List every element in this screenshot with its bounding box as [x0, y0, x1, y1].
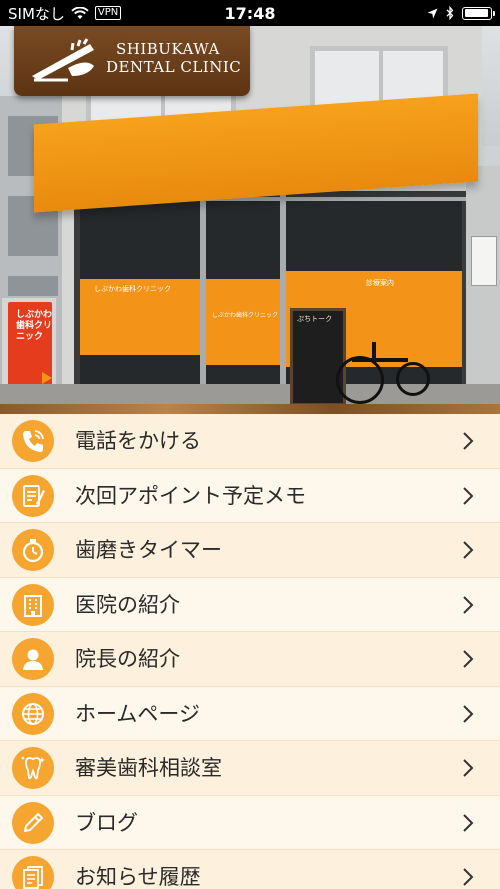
window-panel-center-title: しぶかわ歯科クリニック	[212, 312, 279, 319]
main-menu: 電話をかける 次回アポイント予定メモ 歯磨きタイマー 医院の紹介 院長の紹介 ホ…	[0, 414, 500, 889]
menu-label-blog: ブログ	[75, 810, 138, 835]
photo-bicycle-frame	[352, 358, 408, 362]
photo-pillar	[466, 166, 500, 414]
status-left: SIMなし VPN	[8, 3, 122, 24]
chevron-right-icon	[463, 704, 474, 723]
vpn-badge: VPN	[94, 6, 122, 20]
bluetooth-icon	[446, 6, 454, 20]
chalkboard-text: ぷちトーク	[297, 315, 333, 323]
chevron-right-icon	[463, 759, 474, 777]
chevron-right-icon	[463, 432, 474, 450]
menu-label-clinic-intro: 医院の紹介	[75, 592, 180, 617]
chevron-right-icon	[463, 868, 474, 886]
menu-label-news-history: お知らせ履歴	[75, 865, 201, 889]
menu-label-director-intro: 院長の紹介	[75, 647, 180, 671]
side-sign-text: しぶかわ歯科クリニック	[16, 310, 53, 342]
photo-bicycle-wheel	[336, 356, 384, 404]
window-panel-left: しぶかわ歯科クリニック	[80, 279, 200, 355]
logo-text: SHIBUKAWA DENTAL CLINIC	[106, 40, 241, 76]
chevron-right-icon	[463, 486, 474, 505]
chevron-right-icon	[463, 595, 474, 614]
photo-chalkboard: ぷちトーク	[290, 308, 346, 406]
menu-item-clinic-intro[interactable]: 医院の紹介	[0, 577, 500, 632]
carrier-label: SIMなし	[8, 4, 65, 23]
phone-icon	[23, 430, 44, 452]
pencil-icon	[23, 812, 44, 832]
window-panel-center: しぶかわ歯科クリニック	[206, 279, 280, 365]
chevron-right-icon	[463, 813, 474, 832]
chevron-right-icon	[463, 541, 474, 559]
menu-item-brushing-timer[interactable]: 歯磨きタイマー	[0, 523, 500, 578]
status-right	[427, 6, 495, 20]
side-sign-arrow	[42, 372, 52, 384]
photo-bicycle-handlebar	[372, 342, 376, 362]
status-bar: SIMなし VPN 17:48	[0, 0, 500, 26]
wifi-icon	[71, 6, 89, 19]
photo-bicycle-wheel	[396, 362, 430, 396]
toothbrush-logo-icon	[32, 38, 94, 82]
clinic-photo: しぶかわ歯科クリニック しぶかわ歯科クリニック 診療案内 しぶかわ歯科クリニック…	[0, 26, 500, 414]
menu-item-director-intro[interactable]: 院長の紹介	[0, 632, 500, 687]
battery-level	[464, 9, 489, 17]
stopwatch-icon	[22, 539, 44, 563]
menu-label-call: 電話をかける	[75, 429, 201, 453]
person-icon	[23, 649, 43, 670]
clinic-logo: SHIBUKAWA DENTAL CLINIC	[14, 26, 250, 96]
window-panel-right-title: 診療案内	[366, 279, 394, 287]
menu-item-news-history[interactable]: お知らせ履歴	[0, 850, 500, 889]
menu-item-call[interactable]: 電話をかける	[0, 414, 500, 469]
tooth-icon	[21, 756, 45, 780]
menu-item-blog[interactable]: ブログ	[0, 795, 500, 850]
window-panel-left-title: しぶかわ歯科クリニック	[94, 285, 171, 293]
building-icon	[24, 594, 42, 617]
globe-icon	[22, 702, 44, 725]
menu-item-aesthetic-consult[interactable]: 審美歯科相談室	[0, 741, 500, 796]
menu-item-homepage[interactable]: ホームページ	[0, 686, 500, 741]
menu-label-appointment-memo: 次回アポイント予定メモ	[75, 483, 306, 508]
logo-line-2: DENTAL CLINIC	[106, 58, 242, 76]
memo-icon	[23, 484, 45, 507]
document-icon	[23, 866, 43, 889]
menu-label-aesthetic-consult: 審美歯科相談室	[75, 756, 222, 780]
photo-wood-strip	[0, 404, 500, 414]
location-arrow-icon	[427, 8, 438, 18]
chevron-right-icon	[463, 650, 474, 668]
photo-clinic-nameplate	[471, 236, 497, 286]
menu-label-homepage: ホームページ	[75, 701, 200, 726]
menu-label-brushing-timer: 歯磨きタイマー	[75, 538, 222, 562]
battery-icon	[462, 6, 495, 20]
logo-line-1: SHIBUKAWA	[116, 40, 220, 58]
menu-item-appointment-memo[interactable]: 次回アポイント予定メモ	[0, 468, 500, 523]
